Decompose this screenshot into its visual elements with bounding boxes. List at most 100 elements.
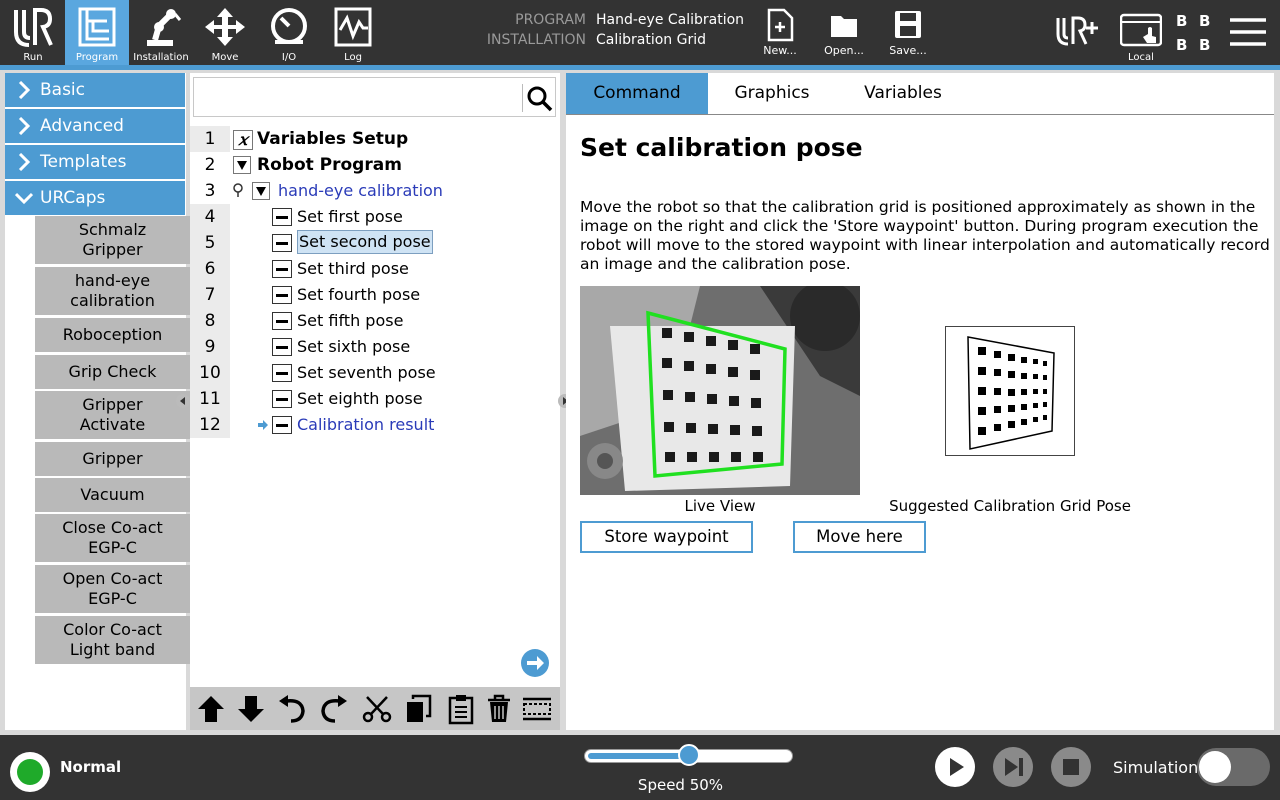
urcap-label: Vacuum	[80, 485, 145, 504]
robot-status-text: Normal	[60, 758, 122, 776]
expand-toggle-icon[interactable]	[252, 182, 270, 200]
tree-node-set-sixth-pose[interactable]: Set sixth pose	[297, 337, 410, 357]
tree-node-set-second-pose-selected[interactable]: Set second pose	[297, 230, 433, 254]
urcap-color-light-band[interactable]: Color Co-act Light band	[35, 616, 190, 664]
nav-run-button[interactable]: Run	[1, 0, 65, 65]
nav-label: I/O	[281, 52, 297, 63]
stop-button[interactable]	[1051, 747, 1091, 787]
open-program-button[interactable]: Open...	[814, 0, 874, 65]
play-button[interactable]	[935, 747, 975, 787]
forward-arrow-button[interactable]	[520, 648, 550, 678]
robot-status-led-icon[interactable]	[10, 752, 50, 792]
tree-node-calibration-result[interactable]: Calibration result	[297, 415, 434, 435]
urcap-label: Gripper	[82, 449, 143, 468]
cut-scissors-icon[interactable]	[361, 693, 393, 725]
redo-icon[interactable]	[318, 693, 350, 725]
variables-icon: 𝑥	[233, 130, 253, 150]
tree-node-hand-eye-calibration[interactable]: hand-eye calibration	[278, 181, 443, 201]
nav-program-button[interactable]: Program	[65, 0, 129, 65]
tab-variables[interactable]: Variables	[836, 73, 970, 114]
expand-toggle-icon[interactable]	[233, 156, 251, 174]
category-templates[interactable]: Templates	[5, 145, 185, 179]
pose-node-icon	[272, 234, 292, 252]
line-number: 5	[190, 230, 230, 256]
step-button[interactable]	[993, 747, 1033, 787]
urcap-gripper-activate[interactable]: Gripper Activate	[35, 391, 190, 439]
stop-icon	[1063, 759, 1079, 775]
top-bar-accent-line	[0, 65, 1280, 70]
category-urcaps[interactable]: URCaps	[5, 181, 185, 215]
search-icon[interactable]	[527, 86, 553, 112]
robot-arm-icon	[147, 9, 181, 46]
tree-node-variables-setup[interactable]: Variables Setup	[257, 129, 408, 149]
urcap-hand-eye-calibration[interactable]: hand-eye calibration	[35, 267, 190, 315]
node-title: Set calibration pose	[580, 133, 863, 162]
store-waypoint-button[interactable]: Store waypoint	[580, 521, 753, 553]
tree-node-robot-program[interactable]: Robot Program	[257, 155, 402, 175]
category-label: URCaps	[40, 188, 106, 208]
tree-search-field[interactable]	[193, 77, 556, 117]
tree-node-set-third-pose[interactable]: Set third pose	[297, 259, 409, 279]
category-label: Advanced	[40, 116, 124, 136]
tab-command[interactable]: Command	[566, 73, 708, 114]
program-label: PROGRAM	[515, 12, 586, 28]
pose-node-icon	[272, 208, 292, 226]
urcap-roboception[interactable]: Roboception	[35, 318, 190, 352]
undo-icon[interactable]	[276, 693, 308, 725]
chevron-right-icon	[18, 117, 31, 135]
tree-node-set-eighth-pose[interactable]: Set eighth pose	[297, 389, 423, 409]
line-number: 8	[190, 308, 230, 334]
program-tree-panel: 1 𝑥 Variables Setup 2 Robot Program 3 ha…	[190, 73, 560, 730]
pose-node-icon	[272, 260, 292, 278]
urcap-open-co-act[interactable]: Open Co-act EGP-C	[35, 565, 190, 613]
node-description: Move the robot so that the calibration g…	[580, 198, 1270, 273]
chevron-right-icon	[18, 81, 31, 99]
suggested-grid-caption: Suggested Calibration Grid Pose	[889, 497, 1131, 515]
line-number: 7	[190, 282, 230, 308]
urcaps-plus-icon[interactable]	[1055, 16, 1099, 46]
search-divider	[522, 84, 523, 112]
io-gauge-icon	[271, 8, 307, 44]
tab-graphics[interactable]: Graphics	[708, 73, 836, 114]
nav-installation-button[interactable]: Installation	[129, 0, 193, 65]
urcap-label: Schmalz Gripper	[78, 220, 147, 259]
copy-icon[interactable]	[403, 693, 435, 725]
line-number: 10	[190, 360, 230, 386]
new-program-button[interactable]: New...	[750, 0, 810, 65]
tree-node-set-seventh-pose[interactable]: Set seventh pose	[297, 363, 436, 383]
category-basic[interactable]: Basic	[5, 73, 185, 107]
delete-trash-icon[interactable]	[483, 693, 515, 725]
tree-node-set-fourth-pose[interactable]: Set fourth pose	[297, 285, 420, 305]
pose-node-icon	[272, 286, 292, 304]
nav-move-button[interactable]: Move	[193, 0, 257, 65]
save-program-button[interactable]: Save...	[878, 0, 938, 65]
urcap-grip-check[interactable]: Grip Check	[35, 355, 190, 389]
chevron-down-icon	[15, 192, 33, 205]
bb-indicator: B	[1199, 12, 1211, 30]
speed-slider-knob[interactable]	[678, 744, 700, 766]
tree-node-set-fifth-pose[interactable]: Set fifth pose	[297, 311, 403, 331]
nav-label: Log	[344, 52, 362, 63]
local-mode-button[interactable]: Local	[1118, 10, 1164, 65]
category-label: Templates	[40, 152, 127, 172]
move-down-icon[interactable]	[235, 693, 267, 725]
tree-search-input[interactable]	[198, 82, 516, 112]
category-advanced[interactable]: Advanced	[5, 109, 185, 143]
move-up-icon[interactable]	[195, 693, 227, 725]
nav-io-button[interactable]: I/O	[257, 0, 321, 65]
urcap-gripper[interactable]: Gripper	[35, 442, 190, 476]
hamburger-menu-icon[interactable]	[1229, 17, 1267, 47]
simulation-toggle[interactable]	[1197, 748, 1270, 786]
nav-label: Move	[211, 52, 239, 63]
urcap-vacuum[interactable]: Vacuum	[35, 478, 190, 512]
paste-clipboard-icon[interactable]	[445, 693, 477, 725]
pose-node-icon	[272, 390, 292, 408]
suppress-node-icon[interactable]	[521, 693, 553, 725]
urcap-close-co-act[interactable]: Close Co-act EGP-C	[35, 514, 190, 562]
move-here-button[interactable]: Move here	[793, 521, 926, 553]
nav-log-button[interactable]: Log	[321, 0, 385, 65]
tree-node-set-first-pose[interactable]: Set first pose	[297, 207, 403, 227]
log-chart-icon	[334, 7, 372, 47]
urcap-schmalz-gripper[interactable]: Schmalz Gripper	[35, 216, 190, 264]
collapse-left-handle[interactable]	[176, 393, 190, 409]
